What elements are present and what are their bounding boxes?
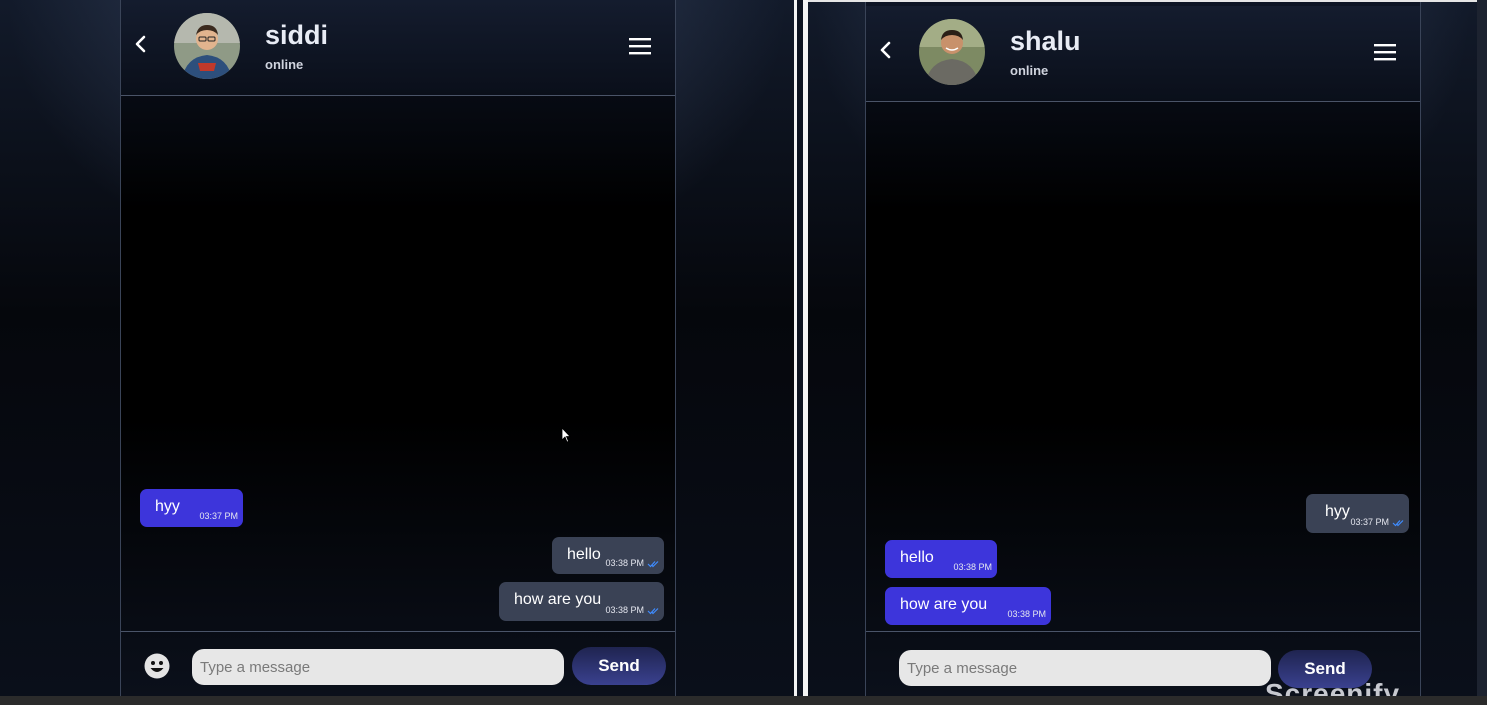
- chat-header: siddi online: [121, 0, 675, 96]
- back-arrow-icon[interactable]: [878, 36, 894, 64]
- message-input[interactable]: [899, 650, 1271, 686]
- send-button[interactable]: Send: [572, 647, 666, 685]
- avatar[interactable]: [919, 19, 985, 85]
- message-input[interactable]: [192, 649, 564, 685]
- message-bubble-sent[interactable]: how are you 03:38 PM: [499, 582, 664, 621]
- message-text: how are you: [514, 591, 602, 608]
- contact-name: siddi: [265, 20, 329, 50]
- message-time: 03:38 PM: [953, 562, 992, 572]
- watermark: Screenify: [1265, 683, 1400, 696]
- chat-header: shalu online: [866, 6, 1420, 102]
- message-bubble-sent[interactable]: hello 03:38 PM: [552, 537, 664, 574]
- message-time: 03:38 PM: [605, 558, 644, 568]
- window-edge: [1477, 0, 1487, 696]
- message-time: 03:37 PM: [1350, 517, 1389, 527]
- message-text: hello: [567, 546, 601, 563]
- message-text: hyy: [1325, 503, 1350, 520]
- window-divider: [794, 0, 808, 696]
- hamburger-menu-icon[interactable]: [629, 36, 651, 56]
- message-bubble-received[interactable]: hello 03:38 PM: [885, 540, 997, 578]
- taskbar-strip: [0, 696, 1487, 705]
- double-check-icon: [647, 608, 659, 615]
- back-arrow-icon[interactable]: [133, 30, 149, 58]
- message-bubble-received[interactable]: hyy 03:37 PM: [140, 489, 243, 527]
- message-time: 03:38 PM: [605, 605, 644, 615]
- chat-panel-siddi: siddi online hyy 03:37 PM hello 03:38 PM…: [120, 0, 676, 696]
- mouse-cursor-icon: [561, 427, 571, 443]
- message-bubble-sent[interactable]: hyy 03:37 PM: [1306, 494, 1409, 533]
- contact-status: online: [265, 57, 304, 72]
- message-time: 03:38 PM: [1007, 609, 1046, 619]
- message-text: hyy: [155, 498, 180, 515]
- contact-name: shalu: [1010, 26, 1081, 56]
- message-composer: Send: [121, 631, 675, 696]
- emoji-icon[interactable]: [144, 653, 170, 679]
- message-time: 03:37 PM: [199, 511, 238, 521]
- message-text: how are you: [900, 596, 988, 613]
- message-text: hello: [900, 549, 934, 566]
- contact-status: online: [1010, 63, 1049, 78]
- hamburger-menu-icon[interactable]: [1374, 42, 1396, 62]
- chat-panel-shalu: shalu online hyy 03:37 PM hello 03:38 PM…: [865, 2, 1421, 696]
- left-browser-window: siddi online hyy 03:37 PM hello 03:38 PM…: [0, 0, 794, 696]
- double-check-icon: [647, 561, 659, 568]
- avatar[interactable]: [174, 13, 240, 79]
- double-check-icon: [1392, 520, 1404, 527]
- right-browser-window: shalu online hyy 03:37 PM hello 03:38 PM…: [808, 0, 1477, 696]
- message-bubble-received[interactable]: how are you 03:38 PM: [885, 587, 1051, 625]
